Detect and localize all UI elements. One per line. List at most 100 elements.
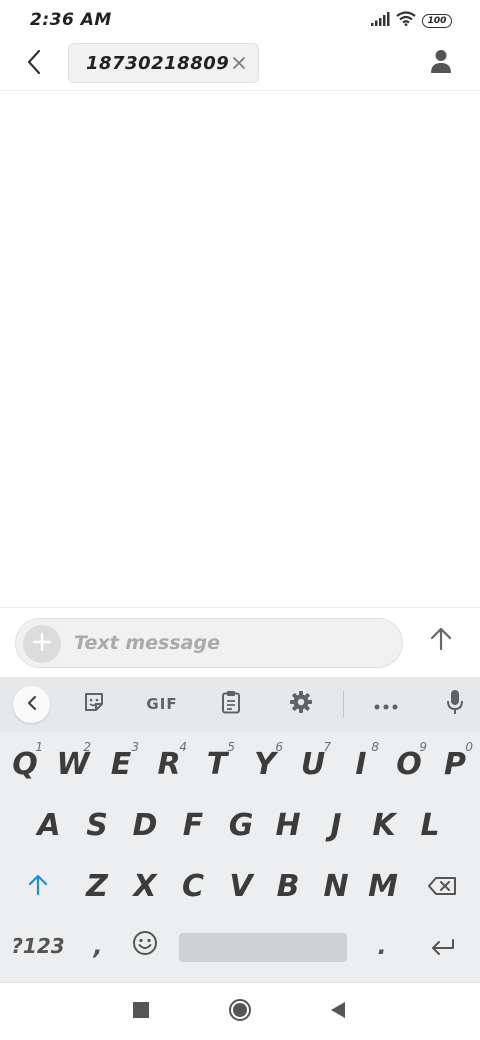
recipient-chip[interactable]: 18730218809: [68, 43, 259, 83]
key-m[interactable]: M: [360, 860, 406, 912]
chevron-left-icon: [27, 695, 37, 715]
back-arrow-icon: [26, 49, 42, 79]
keyboard-toolbar: GIF: [0, 677, 480, 732]
enter-icon: [429, 929, 455, 964]
message-input-container: Text message: [15, 618, 403, 668]
key-n[interactable]: N: [314, 860, 358, 912]
key-label: E: [110, 746, 132, 782]
key-hint: 2: [83, 740, 91, 754]
key-label: P: [444, 746, 466, 782]
system-navigation-bar: [0, 982, 480, 1040]
key-hint: 9: [419, 740, 427, 754]
key-label: Y: [254, 746, 276, 782]
status-icons: 100: [371, 11, 452, 30]
key-z[interactable]: Z: [75, 860, 119, 912]
message-input[interactable]: Text message: [74, 632, 220, 654]
key-hint: 5: [227, 740, 235, 754]
symbols-key[interactable]: ?123: [6, 921, 70, 971]
shift-key[interactable]: [14, 860, 62, 912]
key-w[interactable]: W2: [51, 738, 95, 790]
toolbar-collapse-button[interactable]: [13, 686, 50, 723]
key-i[interactable]: I8: [339, 738, 383, 790]
key-h[interactable]: H: [266, 799, 310, 851]
key-label: U: [300, 746, 326, 782]
clipboard-button[interactable]: [211, 685, 251, 723]
key-label: R: [157, 746, 181, 782]
key-hint: 1: [35, 740, 43, 754]
clipboard-icon: [221, 690, 241, 718]
contact-button[interactable]: [426, 48, 456, 78]
back-triangle-icon: [330, 1001, 346, 1023]
gif-button[interactable]: GIF: [140, 685, 184, 723]
voice-input-button[interactable]: [435, 685, 475, 723]
recent-apps-button[interactable]: [126, 997, 156, 1027]
sticker-button[interactable]: [74, 685, 114, 723]
key-v[interactable]: V: [219, 860, 263, 912]
comma-key[interactable]: ,: [78, 921, 118, 971]
contact-icon: [430, 49, 452, 77]
more-dots-icon: [374, 695, 398, 714]
conversation-area: [0, 91, 480, 607]
key-b[interactable]: B: [266, 860, 310, 912]
backspace-icon: [427, 869, 457, 904]
backspace-key[interactable]: [418, 860, 466, 912]
shift-arrow-icon: [28, 869, 48, 904]
add-icon: [32, 632, 52, 656]
key-f[interactable]: F: [171, 799, 215, 851]
signal-icon: [371, 11, 390, 30]
key-label: O: [396, 746, 422, 782]
key-o[interactable]: O9: [387, 738, 431, 790]
back-button[interactable]: [20, 49, 48, 79]
enter-key[interactable]: [420, 921, 464, 971]
recent-apps-icon: [133, 1002, 149, 1022]
key-l[interactable]: L: [408, 799, 452, 851]
send-button[interactable]: [424, 624, 458, 658]
key-q[interactable]: Q1: [3, 738, 47, 790]
wifi-icon: [396, 11, 416, 30]
toolbar-divider: [343, 691, 344, 718]
key-hint: 6: [275, 740, 283, 754]
key-a[interactable]: A: [27, 799, 71, 851]
key-hint: 0: [465, 740, 473, 754]
key-j[interactable]: J: [314, 799, 358, 851]
key-label: I: [355, 746, 367, 782]
microphone-icon: [446, 689, 464, 719]
key-hint: 7: [323, 740, 331, 754]
recipient-number: 18730218809: [86, 53, 230, 74]
key-s[interactable]: S: [75, 799, 119, 851]
emoji-key[interactable]: [124, 921, 166, 971]
close-icon: [233, 54, 245, 73]
compose-bar: Text message: [0, 607, 480, 677]
home-icon: [228, 998, 252, 1026]
settings-button[interactable]: [281, 685, 321, 723]
battery-icon: 100: [422, 13, 452, 28]
gear-icon: [289, 690, 313, 718]
key-d[interactable]: D: [123, 799, 167, 851]
period-key[interactable]: .: [362, 921, 402, 971]
keyboard: G I F Q 1 W 2 E 3 R 4 T 5 Y 6 U 7 I 8 O 9 …: [0, 677, 480, 982]
key-c[interactable]: C: [171, 860, 215, 912]
key-hint: 4: [179, 740, 187, 754]
send-arrow-icon: [430, 627, 452, 655]
status-bar: 2:36 AM 100: [0, 0, 480, 42]
key-hint: 8: [371, 740, 379, 754]
key-u[interactable]: U7: [291, 738, 335, 790]
key-r[interactable]: R4: [147, 738, 191, 790]
gif-label: GIF: [146, 695, 178, 713]
home-button[interactable]: [225, 997, 255, 1027]
key-label: T: [206, 746, 228, 782]
remove-recipient-button[interactable]: [229, 53, 249, 73]
key-hint: 3: [131, 740, 139, 754]
key-g[interactable]: G: [219, 799, 263, 851]
back-nav-button[interactable]: [323, 997, 353, 1027]
more-button[interactable]: [366, 685, 406, 723]
key-e[interactable]: E3: [99, 738, 143, 790]
space-key[interactable]: [179, 933, 347, 962]
key-k[interactable]: K: [362, 799, 406, 851]
conversation-header: 18730218809: [0, 42, 480, 91]
key-y[interactable]: Y6: [243, 738, 287, 790]
key-x[interactable]: X: [123, 860, 167, 912]
add-attachment-button[interactable]: [23, 625, 61, 663]
key-p[interactable]: P0: [433, 738, 477, 790]
key-t[interactable]: T5: [195, 738, 239, 790]
